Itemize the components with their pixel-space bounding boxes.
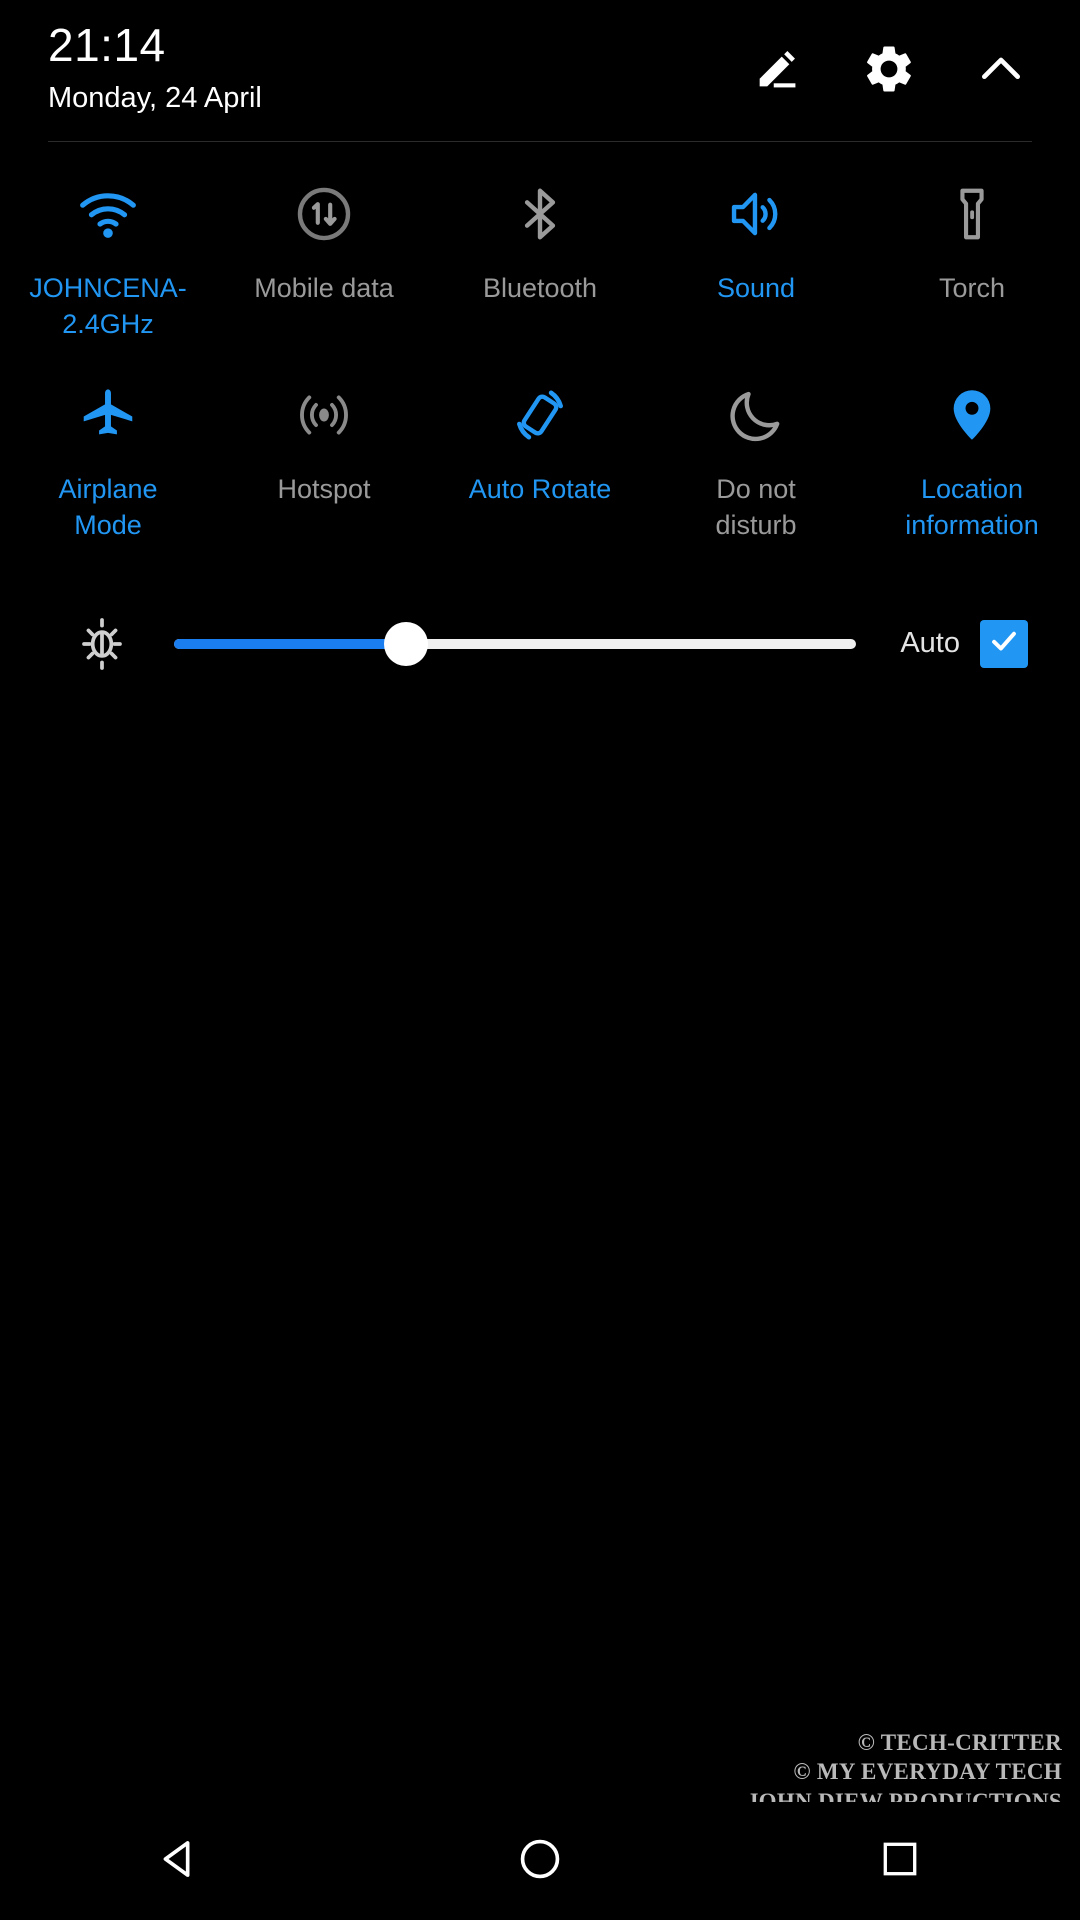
tile-label: Mobile data (254, 273, 394, 303)
slider-thumb[interactable] (383, 621, 428, 666)
tile-row: JOHNCENA-2.4GHz Mobile data Bluetooth So… (0, 178, 1080, 353)
auto-rotate-icon (504, 379, 576, 451)
auto-brightness-control: Auto (900, 619, 1028, 668)
settings-button[interactable] (860, 40, 918, 98)
circle-icon (517, 1836, 563, 1887)
quick-settings-panel: 21:14 Monday, 24 April JOHNCENA-2.4GHz M… (0, 0, 1080, 1920)
navigation-bar (0, 1802, 1080, 1920)
tile-wifi[interactable]: JOHNCENA-2.4GHz (0, 178, 216, 353)
watermark-line-2: © MY EVERYDAY TECH (793, 1759, 1062, 1785)
edit-button[interactable] (748, 40, 806, 98)
tile-row: Airplane Mode Hotspot Auto Rotate Do not… (0, 379, 1080, 554)
tile-location-information[interactable]: Location information (864, 379, 1080, 554)
edit-icon (751, 43, 803, 95)
tile-mobile-data[interactable]: Mobile data (216, 178, 432, 353)
auto-brightness-label: Auto (900, 627, 960, 660)
tile-do-not-disturb[interactable]: Do not disturb (648, 379, 864, 554)
tile-hotspot[interactable]: Hotspot (216, 379, 432, 554)
tile-airplane-mode[interactable]: Airplane Mode (0, 379, 216, 554)
back-button[interactable] (120, 1816, 240, 1906)
tile-sound[interactable]: Sound (648, 178, 864, 353)
airplane-icon (72, 379, 144, 451)
check-icon (987, 624, 1021, 663)
header-actions (748, 22, 1032, 98)
tile-label: Hotspot (277, 473, 371, 504)
wifi-icon (72, 178, 144, 250)
slider-fill (174, 638, 406, 649)
square-icon (879, 1838, 921, 1885)
tile-label: Location information (905, 473, 1039, 541)
sound-icon (720, 178, 792, 250)
brightness-icon (72, 614, 132, 674)
tile-label: Airplane Mode (58, 473, 158, 541)
tile-label: Auto Rotate (468, 473, 612, 504)
gear-icon (861, 41, 917, 97)
tile-label: Do not disturb (715, 473, 797, 541)
bluetooth-icon (504, 178, 576, 250)
chevron-up-icon (974, 42, 1028, 96)
home-button[interactable] (480, 1816, 600, 1906)
recents-button[interactable] (840, 1816, 960, 1906)
status-time: 21:14 (48, 19, 166, 71)
quick-settings-header: 21:14 Monday, 24 April (48, 0, 1032, 142)
hotspot-icon (288, 379, 360, 451)
tile-label: Sound (716, 273, 796, 303)
brightness-slider[interactable] (174, 621, 857, 666)
status-date: Monday, 24 April (48, 82, 262, 114)
watermark-line-1: © TECH-CRITTER (857, 1729, 1062, 1755)
tile-auto-rotate[interactable]: Auto Rotate (432, 379, 648, 554)
collapse-button[interactable] (972, 40, 1030, 98)
tile-label: JOHNCENA-2.4GHz (29, 273, 187, 340)
triangle-left-icon (157, 1836, 203, 1887)
tile-label: Torch (938, 273, 1006, 303)
auto-brightness-checkbox[interactable] (980, 619, 1028, 668)
location-pin-icon (936, 379, 1008, 451)
tile-torch[interactable]: Torch (864, 178, 1080, 353)
tile-grid: JOHNCENA-2.4GHz Mobile data Bluetooth So… (0, 142, 1080, 554)
mobile-data-icon (288, 178, 360, 250)
clock-block: 21:14 Monday, 24 April (48, 22, 262, 113)
moon-icon (720, 379, 792, 451)
tile-label: Bluetooth (482, 273, 598, 303)
brightness-row: Auto (0, 598, 1080, 690)
tile-bluetooth[interactable]: Bluetooth (432, 178, 648, 353)
torch-icon (936, 178, 1008, 250)
